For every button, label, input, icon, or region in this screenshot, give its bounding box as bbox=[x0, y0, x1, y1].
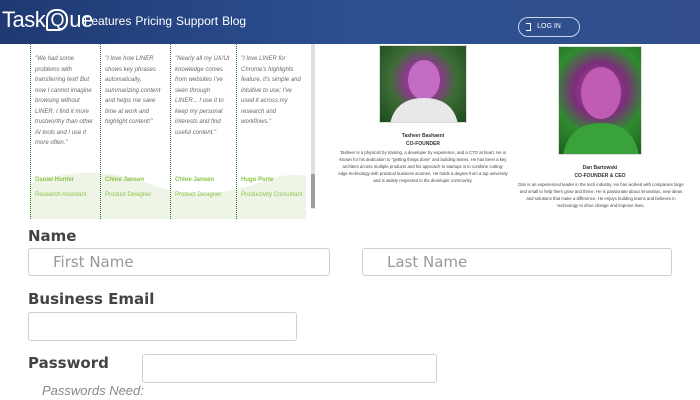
business-email-input[interactable] bbox=[28, 312, 297, 341]
testimonial-quote: "I love how LINER shows key phrases auto… bbox=[105, 56, 161, 125]
scrollbar-thumb[interactable] bbox=[311, 174, 315, 208]
testimonial-card: "Nearly all my UX/UI knowledge comes fro… bbox=[170, 44, 236, 219]
testimonial-card: "I love how LINER shows key phrases auto… bbox=[100, 44, 170, 219]
founder-name: Tasheer Bashaeni bbox=[401, 133, 445, 139]
top-header: Task Q ue Features Pricing Support Blog … bbox=[0, 0, 700, 44]
passwords-need-text: Passwords Need: bbox=[42, 383, 144, 398]
testimonial-role: Research Assistant bbox=[35, 192, 87, 198]
testimonial-role: Productivity Consultant bbox=[241, 192, 303, 198]
founder-name: Dan Bartowski bbox=[582, 165, 618, 171]
nav-blog[interactable]: Blog bbox=[222, 14, 246, 28]
testimonial-quote: "I love LINER for Chrome's highlights fe… bbox=[241, 56, 301, 125]
nav-support[interactable]: Support bbox=[176, 14, 218, 28]
login-label: LOG IN bbox=[537, 23, 561, 30]
main-nav: Features Pricing Support Blog bbox=[84, 14, 246, 28]
login-button[interactable]: LOG IN bbox=[518, 17, 580, 37]
name-label: Name bbox=[28, 227, 77, 245]
founder-photo bbox=[379, 45, 467, 123]
testimonial-author: Hugo Porte bbox=[241, 177, 274, 183]
testimonial-author: Daniel Hunter bbox=[35, 177, 75, 183]
testimonial-quote: "We had some problems with transferring … bbox=[35, 56, 94, 146]
password-label: Password bbox=[28, 354, 109, 372]
logo-text-left: Task bbox=[2, 7, 46, 32]
founder-bio: Dan is an experienced leader in the tech… bbox=[518, 182, 684, 208]
testimonials-scrollbar[interactable] bbox=[311, 44, 315, 209]
founder-title: CO-FOUNDER bbox=[406, 141, 440, 147]
founder-photo bbox=[558, 46, 642, 155]
testimonial-quote: "Nearly all my UX/UI knowledge comes fro… bbox=[175, 56, 230, 136]
password-input[interactable] bbox=[142, 354, 437, 383]
testimonial-role: Product Designer bbox=[105, 192, 152, 198]
taskque-logo[interactable]: Task Q ue bbox=[2, 7, 93, 33]
login-icon bbox=[526, 23, 531, 31]
founder-photo-silhouette bbox=[390, 60, 458, 122]
nav-features[interactable]: Features bbox=[84, 14, 131, 28]
first-name-input[interactable]: First Name bbox=[28, 248, 330, 276]
last-name-input[interactable]: Last Name bbox=[362, 248, 672, 276]
business-email-label: Business Email bbox=[28, 290, 155, 308]
founder-title: CO-FOUNDER & CEO bbox=[574, 173, 626, 179]
testimonial-card: "I love LINER for Chrome's highlights fe… bbox=[236, 44, 306, 219]
testimonial-role: Product Designer bbox=[175, 192, 222, 198]
founder-photo-silhouette bbox=[563, 67, 639, 154]
logo-q: Q bbox=[46, 9, 69, 31]
founder-bio: Tasheer is a physicist by training, a de… bbox=[338, 150, 508, 183]
nav-pricing[interactable]: Pricing bbox=[135, 14, 172, 28]
testimonial-author: Chloe Jansen bbox=[105, 177, 145, 183]
testimonial-author: Chloe Jansen bbox=[175, 177, 215, 183]
testimonials-carousel: "We had some problems with transferring … bbox=[30, 44, 306, 219]
testimonial-card: "We had some problems with transferring … bbox=[30, 44, 100, 219]
